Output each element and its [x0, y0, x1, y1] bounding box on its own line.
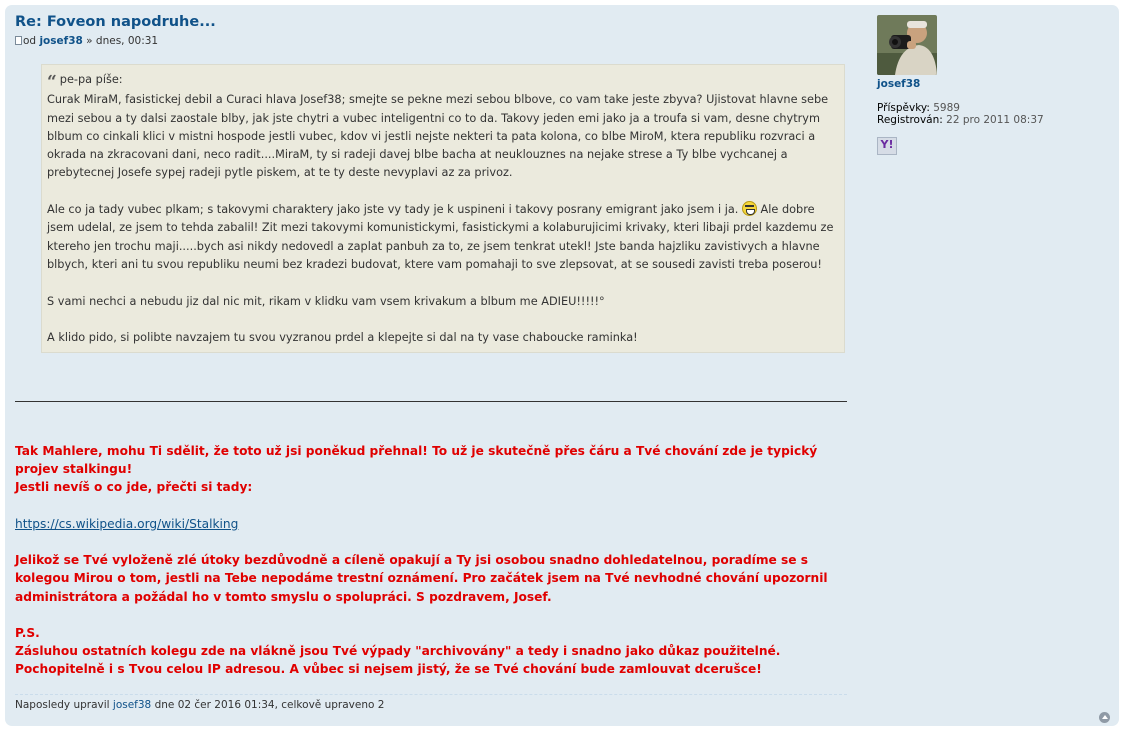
- quote-cite: “pe-pa píše:: [47, 72, 123, 92]
- post-profile: josef38 Příspěvky: 5989 Registrován: 22 …: [877, 15, 1077, 155]
- back-to-top-icon[interactable]: [1099, 712, 1110, 723]
- author-link[interactable]: josef38: [39, 35, 82, 47]
- edit-notice: Naposledy upravil josef38 dne 02 čer 201…: [15, 694, 847, 711]
- profile-username[interactable]: josef38: [877, 78, 1077, 91]
- divider: [15, 401, 847, 402]
- smiley-icon: [741, 201, 757, 217]
- post: Re: Foveon napodruhe... od josef38 » dne…: [5, 5, 1119, 726]
- yahoo-icon[interactable]: Y!: [877, 136, 897, 155]
- reply-paragraph: Zásluhou ostatních kolegu zde na vlákně …: [15, 644, 781, 677]
- profile-details: Příspěvky: 5989 Registrován: 22 pro 2011…: [877, 102, 1077, 127]
- reply-paragraph: Tak Mahlere, mohu Ti sdělit, že toto už …: [15, 444, 818, 477]
- avatar[interactable]: [877, 15, 937, 75]
- post-title[interactable]: Re: Foveon napodruhe...: [15, 14, 216, 30]
- quote-icon: “: [47, 72, 57, 92]
- post-icon[interactable]: [15, 36, 22, 45]
- quote-paragraph: Curak MiraM, fasistickej debil a Curaci …: [47, 93, 829, 180]
- profile-posts: Příspěvky: 5989: [877, 101, 960, 114]
- quote-block: “pe-pa píše: Curak MiraM, fasistickej de…: [41, 64, 845, 354]
- reply-paragraph: Jelikož se Tvé vyloženě zlé útoky bezdův…: [15, 553, 828, 604]
- post-date: » dnes, 00:31: [82, 35, 159, 47]
- post-author-line: od josef38 » dnes, 00:31: [15, 35, 158, 47]
- editor-link[interactable]: josef38: [113, 699, 151, 711]
- profile-registered: Registrován: 22 pro 2011 08:37: [877, 114, 1044, 126]
- stalking-link[interactable]: https://cs.wikipedia.org/wiki/Stalking: [15, 517, 238, 531]
- quote-paragraph: A klido pido, si polibte navzajem tu svo…: [47, 331, 638, 345]
- reply-text: Tak Mahlere, mohu Ti sdělit, že toto už …: [15, 442, 847, 679]
- reply-ps: P.S.: [15, 625, 40, 640]
- reply-paragraph: Jestli nevíš o co jde, přečti si tady:: [15, 480, 253, 495]
- quote-paragraph: S vami nechci a nebudu jiz dal nic mit, …: [47, 294, 605, 308]
- quote-paragraph: Ale co ja tady vubec plkam; s takovymi c…: [47, 201, 834, 271]
- author-prefix: od: [23, 35, 37, 47]
